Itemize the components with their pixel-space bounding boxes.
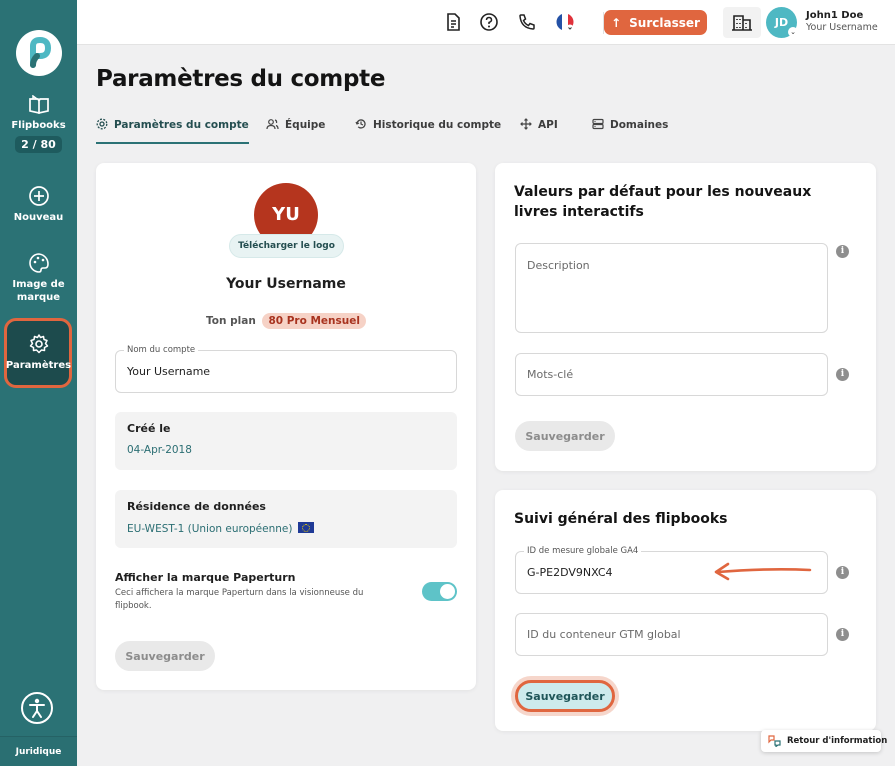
data-residence-label: Résidence de données [127, 500, 266, 513]
chevron-down-icon[interactable]: ⌄ [788, 27, 798, 37]
data-residence-value: EU-WEST-1 (Union européenne) [127, 522, 315, 535]
defaults-save-button[interactable]: Sauvegarder [515, 421, 615, 451]
branding-description: Ceci affichera la marque Paperturn dans … [115, 588, 364, 611]
plus-circle-icon [28, 186, 49, 206]
organization-button[interactable] [723, 7, 761, 38]
branding-toggle[interactable] [422, 582, 457, 601]
data-residence-text: EU-WEST-1 (Union européenne) [127, 523, 293, 535]
plan-row: Ton plan 80 Pro Mensuel [96, 313, 476, 329]
history-icon [355, 119, 366, 129]
created-label: Créé le [127, 422, 171, 435]
tab-label: Équipe [285, 119, 326, 131]
feedback-icon [768, 735, 781, 747]
keywords-placeholder: Mots-clé [527, 368, 574, 381]
tab-equipe[interactable]: Équipe [266, 118, 325, 144]
upgrade-button[interactable]: ↑ Surclasser [604, 10, 707, 35]
tab-api[interactable]: API [520, 118, 558, 144]
sidebar-item-label: Flipbooks [11, 120, 66, 131]
sidebar-item-image-de-marque[interactable]: Image de marque [0, 252, 77, 304]
tab-label: Historique du compte [373, 119, 502, 131]
tracking-save-button[interactable]: Sauvegarder [515, 680, 615, 712]
branding-title: Afficher la marque Paperturn [115, 571, 296, 584]
sidebar: Flipbooks 2 / 80 Nouveau Image de marque… [0, 0, 77, 766]
eu-flag-icon [298, 522, 315, 533]
tab-historique-du-compte[interactable]: Historique du compte [355, 118, 501, 144]
account-name-label: Nom du compte [124, 345, 199, 355]
team-icon [266, 119, 279, 130]
info-icon[interactable]: i [836, 628, 849, 641]
account-username: Your Username [226, 276, 346, 292]
account-save-button[interactable]: Sauvegarder [115, 641, 215, 671]
domains-icon [592, 118, 604, 130]
defaults-card: Valeurs par défaut pour les nouveaux liv… [495, 163, 876, 471]
annotation-arrow-icon [714, 562, 812, 581]
accessibility-button[interactable] [21, 692, 53, 724]
user-name[interactable]: John1 Doe [806, 10, 863, 21]
document-icon[interactable] [443, 12, 463, 32]
info-icon[interactable]: i [836, 566, 849, 579]
page-title: Paramètres du compte [96, 66, 386, 92]
created-box: Créé le 04-Apr-2018 [115, 412, 457, 470]
phone-icon[interactable] [517, 12, 537, 32]
book-icon [28, 95, 49, 115]
help-icon[interactable] [479, 12, 499, 32]
tracking-title: Suivi général des flipbooks [514, 511, 728, 527]
ga4-id-label: ID de mesure globale GA4 [524, 546, 642, 556]
description-placeholder: Description [527, 259, 590, 272]
tab-label: API [538, 119, 558, 131]
paperturn-logo[interactable] [16, 30, 62, 76]
topbar: ↑ Surclasser JD ⌄ John1 Doe Your Username [77, 0, 895, 45]
upload-logo-button[interactable]: Télécharger le logo [229, 234, 344, 258]
feedback-button[interactable]: Retour d'information [761, 730, 887, 752]
language-flag-icon[interactable] [555, 12, 575, 32]
building-icon [732, 15, 752, 31]
account-card: YU Télécharger le logo Your Username Ton… [96, 163, 476, 690]
plan-label: Ton plan [206, 315, 256, 327]
description-field[interactable]: Description [515, 243, 828, 333]
palette-icon [28, 253, 49, 273]
sidebar-item-label: Image de marque [12, 279, 65, 303]
sidebar-item-nouveau[interactable]: Nouveau [0, 185, 77, 224]
api-icon [520, 118, 532, 130]
arrow-up-icon: ↑ [611, 15, 622, 30]
user-username: Your Username [806, 22, 878, 33]
plan-badge: 80 Pro Mensuel [262, 313, 366, 329]
settings-tabs: Paramètres du compte Équipe Historique d… [96, 118, 876, 146]
created-value: 04-Apr-2018 [127, 444, 192, 456]
accessibility-icon [29, 698, 45, 718]
tracking-card: Suivi général des flipbooks ID de mesure… [495, 490, 876, 731]
info-icon[interactable]: i [836, 368, 849, 381]
sidebar-item-label: Paramètres [5, 360, 72, 371]
keywords-field[interactable]: Mots-clé [515, 353, 828, 396]
legal-link[interactable]: Juridique [0, 736, 77, 766]
ga4-id-value[interactable]: G-PE2DV9NXC4 [527, 566, 613, 579]
info-icon[interactable]: i [836, 245, 849, 258]
tab-label: Domaines [610, 119, 669, 131]
defaults-title: Valeurs par défaut pour les nouveaux liv… [514, 184, 812, 220]
settings-icon [96, 118, 108, 130]
upgrade-label: Surclasser [629, 15, 700, 30]
sidebar-item-flipbooks[interactable]: Flipbooks 2 / 80 [0, 95, 77, 153]
sidebar-item-parametres[interactable]: Paramètres [0, 333, 77, 372]
tab-label: Paramètres du compte [114, 119, 249, 131]
feedback-label: Retour d'information [787, 736, 888, 746]
data-residence-box: Résidence de données EU-WEST-1 (Union eu… [115, 490, 457, 548]
account-name-field[interactable]: Nom du compte Your Username [115, 345, 457, 393]
tab-parametres-du-compte[interactable]: Paramètres du compte [96, 118, 249, 144]
gtm-id-field[interactable]: ID du conteneur GTM global [515, 613, 828, 656]
account-name-value[interactable]: Your Username [127, 365, 210, 378]
gear-icon [29, 334, 48, 354]
flipbook-count-badge: 2 / 80 [15, 136, 62, 153]
gtm-id-placeholder: ID du conteneur GTM global [527, 628, 681, 641]
tab-domaines[interactable]: Domaines [592, 118, 668, 144]
sidebar-item-label: Nouveau [13, 212, 64, 223]
